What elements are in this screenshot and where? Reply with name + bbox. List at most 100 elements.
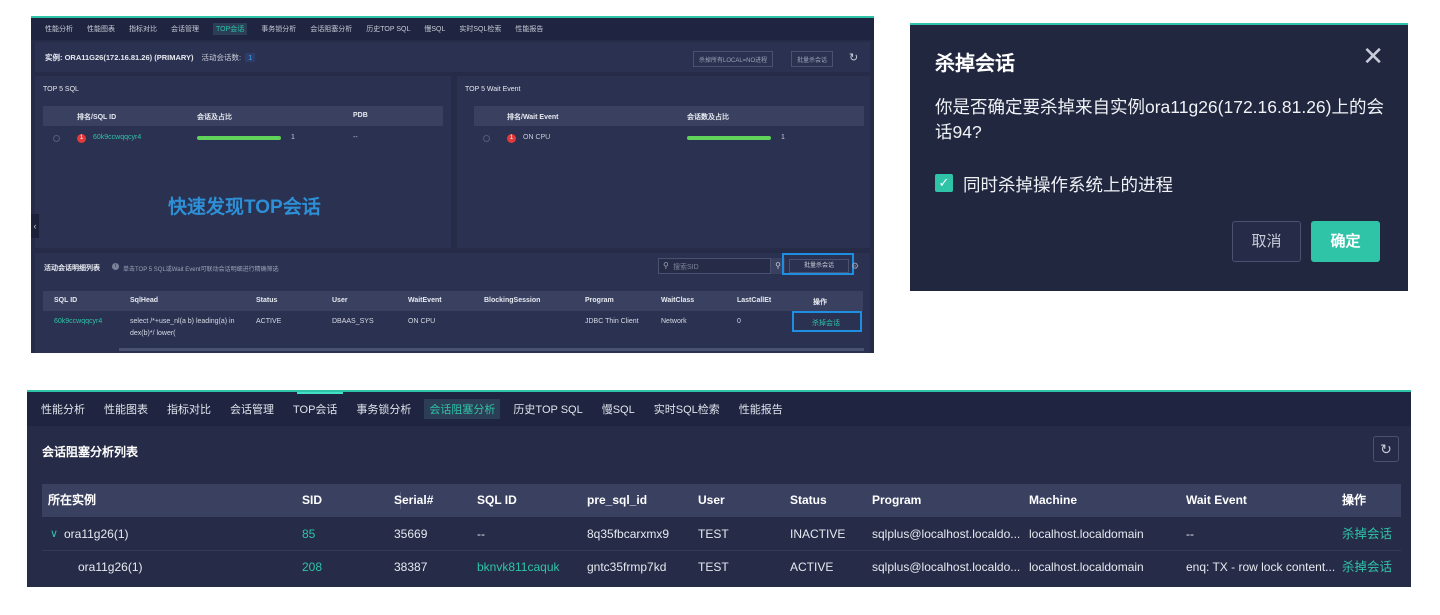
top-wait-row[interactable]: 1 ON CPU 1 bbox=[474, 127, 864, 149]
kill-session-link[interactable]: 杀掉会话 bbox=[1342, 518, 1392, 551]
col-user: User bbox=[698, 493, 725, 507]
col-wait-class: WaitClass bbox=[661, 297, 695, 304]
row-radio[interactable] bbox=[483, 135, 490, 142]
highlight-box bbox=[782, 253, 854, 275]
row-sql-id[interactable]: bknvk811caquk bbox=[477, 551, 560, 584]
refresh-icon[interactable]: ↻ bbox=[849, 51, 858, 64]
top-wait-header: 排名/Wait Event 会话数及占比 bbox=[474, 106, 864, 126]
nav-indicator bbox=[297, 392, 343, 394]
row-machine: localhost.localdomain bbox=[1029, 560, 1144, 574]
dialog-message: 你是否确定要杀掉来自实例ora11g26(172.16.81.26)上的会话94… bbox=[935, 97, 1384, 142]
row-sid[interactable]: 85 bbox=[302, 518, 315, 551]
col-machine: Machine bbox=[1029, 493, 1078, 507]
row-sid[interactable]: 208 bbox=[302, 551, 322, 584]
col-instance: 所在实例 bbox=[48, 493, 97, 507]
row-sql-id[interactable]: 60k9ccwqqcyr4 bbox=[54, 318, 102, 325]
info-icon: i bbox=[112, 263, 119, 270]
col-sid: SID bbox=[302, 493, 323, 507]
nav-item[interactable]: 慢SQL bbox=[424, 24, 445, 34]
nav-item[interactable]: 历史TOP SQL bbox=[513, 401, 582, 417]
nav-item[interactable]: 实时SQL检索 bbox=[459, 24, 501, 34]
col-serial: Serial# bbox=[394, 493, 434, 507]
horizontal-scrollbar[interactable] bbox=[119, 348, 864, 351]
confirm-button[interactable]: 确定 bbox=[1311, 221, 1380, 262]
row-user: TEST bbox=[698, 560, 729, 574]
collapse-left-icon[interactable]: ‹ bbox=[31, 214, 39, 238]
rank-badge: 1 bbox=[507, 134, 516, 143]
nav-item[interactable]: TOP会话 bbox=[293, 401, 337, 417]
settings-icon[interactable]: ⚙ bbox=[851, 261, 859, 272]
nav-item[interactable]: 事务锁分析 bbox=[356, 401, 411, 417]
kill-os-process-checkbox[interactable]: ✓ bbox=[935, 174, 953, 192]
col-wait-event: WaitEvent bbox=[408, 297, 442, 304]
nav-item[interactable]: 性能分析 bbox=[41, 401, 85, 417]
col-session-ratio: 会话数及占比 bbox=[687, 114, 729, 121]
row-radio[interactable] bbox=[53, 135, 60, 142]
refresh-icon[interactable]: ↻ bbox=[1373, 436, 1399, 462]
nav-item[interactable]: 实时SQL检索 bbox=[654, 401, 720, 417]
row-serial: 38387 bbox=[394, 560, 428, 574]
session-table-header: SQL ID SqlHead Status User WaitEvent Blo… bbox=[43, 291, 863, 311]
table-row: ora11g26(1) 208 38387 bknvk811caquk gntc… bbox=[42, 551, 1401, 584]
nav-item-active[interactable]: TOP会话 bbox=[213, 23, 248, 35]
col-sql-id: SQL ID bbox=[477, 493, 517, 507]
bottom-nav: 性能分析 性能图表 指标对比 会话管理 TOP会话 事务锁分析 会话阻塞分析 历… bbox=[27, 392, 1411, 426]
nav-item[interactable]: 性能分析 bbox=[45, 24, 73, 34]
col-wait-event: Wait Event bbox=[1186, 493, 1247, 507]
kill-session-link[interactable]: 杀掉会话 bbox=[1342, 551, 1392, 584]
row-user: DBAAS_SYS bbox=[332, 318, 374, 325]
nav-item[interactable]: 会话阻塞分析 bbox=[310, 24, 352, 34]
row-machine: localhost.localdomain bbox=[1029, 527, 1144, 541]
ratio-bar bbox=[687, 136, 771, 140]
nav-item[interactable]: 性能图表 bbox=[104, 401, 148, 417]
batch-kill-button[interactable]: 批量杀会话 bbox=[791, 51, 834, 67]
row-status: INACTIVE bbox=[790, 527, 846, 541]
nav-item[interactable]: 性能报告 bbox=[739, 401, 783, 417]
chevron-down-icon[interactable]: ∨ bbox=[50, 518, 58, 551]
nav-item[interactable]: 事务锁分析 bbox=[261, 24, 296, 34]
row-instance: ora11g26(1) bbox=[64, 527, 129, 541]
sql-id-link[interactable]: 60k9ccwqqcyr4 bbox=[93, 134, 141, 141]
wait-event-name[interactable]: ON CPU bbox=[523, 134, 550, 141]
nav-item[interactable]: 会话管理 bbox=[171, 24, 199, 34]
row-instance: ora11g26(1) bbox=[78, 560, 143, 574]
nav-item[interactable]: 性能报告 bbox=[515, 24, 543, 34]
close-icon[interactable]: ✕ bbox=[1362, 41, 1384, 72]
col-program[interactable]: Program bbox=[585, 297, 614, 304]
nav-item-active[interactable]: 会话阻塞分析 bbox=[424, 399, 501, 419]
col-sqlhead[interactable]: SqlHead bbox=[130, 297, 158, 304]
top-nav: 性能分析 性能图表 指标对比 会话管理 TOP会话 事务锁分析 会话阻塞分析 历… bbox=[31, 18, 874, 40]
active-sessions-count: 1 bbox=[245, 52, 256, 62]
nav-item[interactable]: 指标对比 bbox=[167, 401, 211, 417]
top-wait-card: TOP 5 Wait Event 排名/Wait Event 会话数及占比 1 … bbox=[457, 76, 870, 248]
col-action: 操作 bbox=[813, 299, 827, 306]
row-wait-class: Network bbox=[661, 318, 687, 325]
active-sessions-label: 活动会话数: bbox=[201, 52, 242, 62]
nav-item[interactable]: 历史TOP SQL bbox=[366, 24, 410, 34]
cancel-button[interactable]: 取消 bbox=[1232, 221, 1301, 262]
blocking-analysis-panel: 性能分析 性能图表 指标对比 会话管理 TOP会话 事务锁分析 会话阻塞分析 历… bbox=[27, 390, 1411, 587]
search-icon: ⚲ bbox=[663, 261, 669, 270]
highlight-box bbox=[792, 311, 862, 332]
nav-item[interactable]: 会话管理 bbox=[230, 401, 274, 417]
table-row: ∨ ora11g26(1) 85 35669 -- 8q35fbcarxmx9 … bbox=[42, 518, 1401, 551]
nav-item[interactable]: 性能图表 bbox=[87, 24, 115, 34]
col-user[interactable]: User bbox=[332, 297, 348, 304]
col-blocking-session[interactable]: BlockingSession bbox=[484, 297, 540, 304]
top-sql-title: TOP 5 SQL bbox=[43, 86, 79, 93]
nav-item[interactable]: 慢SQL bbox=[602, 401, 635, 417]
checkbox-label[interactable]: 同时杀掉操作系统上的进程 bbox=[963, 172, 1173, 197]
row-sqlhead-cont: dex(b)*/ lower( bbox=[130, 330, 176, 337]
row-program: sqlplus@localhost.localdo... bbox=[872, 560, 1021, 574]
nav-item[interactable]: 指标对比 bbox=[129, 24, 157, 34]
row-status: ACTIVE bbox=[790, 560, 834, 574]
ratio-bar bbox=[197, 136, 281, 140]
row-pre-sql-id: 8q35fbcarxmx9 bbox=[587, 527, 670, 541]
row-wait-event: ON CPU bbox=[408, 318, 436, 325]
kill-local-button[interactable]: 杀掉所有LOCAL=NO进程 bbox=[693, 51, 774, 67]
col-sql-id: SQL ID bbox=[54, 297, 78, 304]
col-rank-event: 排名/Wait Event bbox=[507, 114, 559, 121]
search-sid-input[interactable]: ⚲ 搜索SID bbox=[658, 258, 771, 274]
col-last-call[interactable]: LastCallEt bbox=[737, 297, 771, 304]
top-sql-row[interactable]: 1 60k9ccwqqcyr4 1 -- bbox=[43, 127, 443, 149]
